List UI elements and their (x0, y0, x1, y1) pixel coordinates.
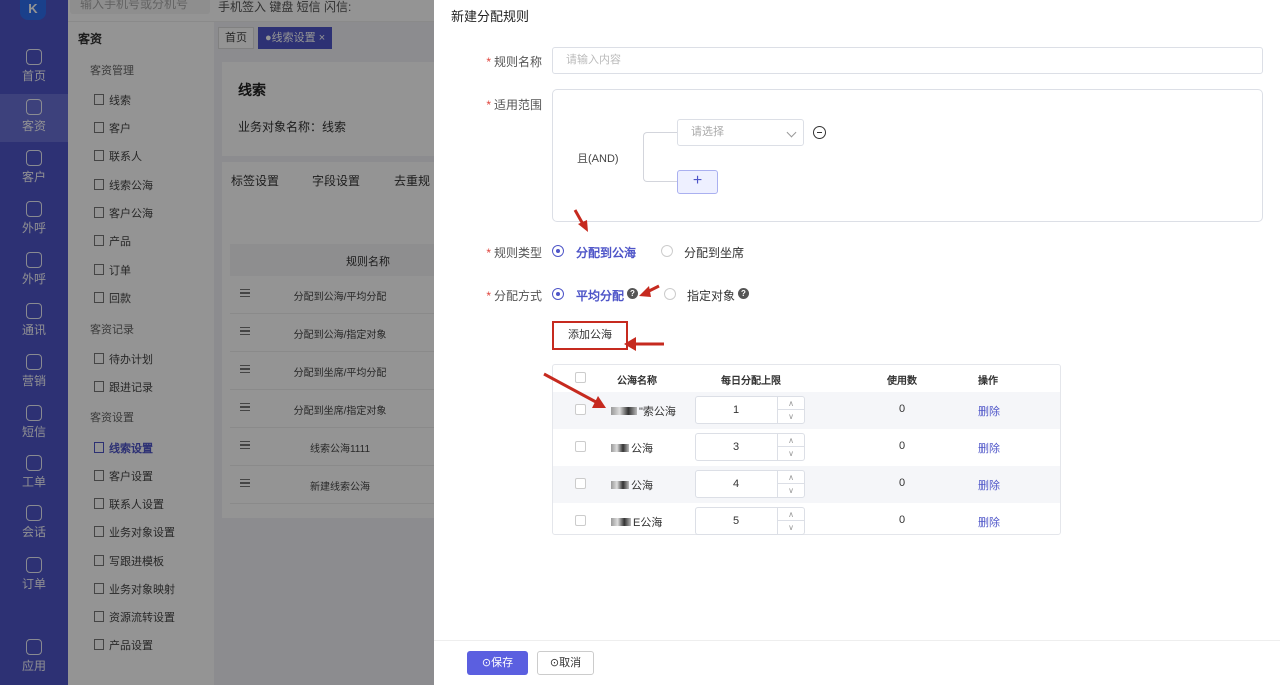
decrement-icon: ∨ (777, 447, 804, 460)
delete-link[interactable]: 删除 (978, 440, 1000, 456)
modal-backdrop[interactable] (0, 0, 434, 685)
method-average-label[interactable]: 平均分配 (576, 287, 624, 304)
daily-limit-stepper[interactable]: 3 ∧ ∨ (695, 433, 805, 461)
table-row: 公海 3 ∧ ∨ 0 删除 (553, 429, 1060, 466)
pool-name: 公海 (611, 440, 653, 456)
annotation-arrow-icon (639, 284, 660, 297)
method-average-radio[interactable] (552, 288, 564, 300)
used-count: 0 (899, 403, 906, 415)
condition-bracket (643, 132, 677, 182)
table-row: E公海 5 ∧ ∨ 0 删除 (553, 503, 1060, 540)
pool-name: E公海 (611, 514, 662, 530)
delete-link[interactable]: 删除 (978, 403, 1000, 419)
scope-conditions-box: 且(AND) 请选择 + (552, 89, 1263, 222)
increment-icon: ∧ (777, 397, 804, 410)
used-count: 0 (899, 440, 906, 452)
pool-table-header: 公海名称 每日分配上限 使用数 操作 (553, 365, 1062, 391)
help-icon[interactable]: ? (738, 288, 749, 299)
method-target-radio[interactable] (664, 288, 676, 300)
cancel-button[interactable]: ⊙取消 (537, 651, 594, 675)
annotation-arrow-icon (543, 372, 606, 408)
pool-table: 公海名称 每日分配上限 使用数 操作 "索公海 1 ∧ ∨ 0 删除 公海 3 ∧ ∨ … (552, 364, 1061, 535)
save-button[interactable]: ⊙保存 (467, 651, 528, 675)
col-used: 使用数 (887, 376, 917, 387)
rule-name-label: * 规则名称 (486, 55, 542, 69)
table-row: "索公海 1 ∧ ∨ 0 删除 (553, 392, 1060, 429)
pool-name: "索公海 (611, 403, 676, 419)
increment-icon: ∧ (777, 434, 804, 447)
rule-type-agent-label[interactable]: 分配到坐席 (684, 244, 744, 261)
used-count: 0 (899, 477, 906, 489)
row-checkbox[interactable] (575, 515, 586, 526)
chevron-down-icon (786, 127, 797, 138)
method-target-label[interactable]: 指定对象 (687, 287, 735, 304)
annotation-arrow-icon (573, 209, 588, 232)
and-label: 且(AND) (577, 153, 619, 165)
add-pool-button[interactable]: 添加公海 (552, 321, 628, 350)
rule-type-label: * 规则类型 (486, 246, 542, 260)
rule-type-pool-radio[interactable] (552, 245, 564, 257)
daily-limit-stepper[interactable]: 5 ∧ ∨ (695, 507, 805, 535)
table-row: 公海 4 ∧ ∨ 0 删除 (553, 466, 1060, 503)
increment-icon: ∧ (777, 471, 804, 484)
decrement-icon: ∨ (777, 410, 804, 423)
increment-icon: ∧ (777, 508, 804, 521)
col-daily-limit: 每日分配上限 (721, 376, 781, 387)
drawer-title: 新建分配规则 (451, 9, 530, 24)
rule-type-pool-label[interactable]: 分配到公海 (576, 244, 636, 261)
col-ops: 操作 (978, 376, 998, 387)
scope-label: * 适用范围 (486, 98, 542, 112)
rule-name-input[interactable]: 请输入内容 (552, 47, 1263, 74)
annotation-arrow-icon (624, 337, 664, 351)
drawer-footer: ⊙保存 ⊙取消 (434, 640, 1280, 685)
remove-condition-icon[interactable] (813, 126, 826, 139)
row-checkbox[interactable] (575, 478, 586, 489)
row-checkbox[interactable] (575, 441, 586, 452)
delete-link[interactable]: 删除 (978, 514, 1000, 530)
method-label: * 分配方式 (486, 289, 542, 303)
decrement-icon: ∨ (777, 484, 804, 497)
daily-limit-stepper[interactable]: 1 ∧ ∨ (695, 396, 805, 424)
delete-link[interactable]: 删除 (978, 477, 1000, 493)
daily-limit-stepper[interactable]: 4 ∧ ∨ (695, 470, 805, 498)
used-count: 0 (899, 514, 906, 526)
new-rule-drawer: 新建分配规则 * 规则名称 请输入内容 * 适用范围 且(AND) 请选择 + * 规… (434, 0, 1280, 685)
pool-name: 公海 (611, 477, 653, 493)
col-pool-name: 公海名称 (617, 376, 657, 387)
add-condition-button[interactable]: + (677, 170, 718, 194)
condition-select[interactable]: 请选择 (677, 119, 804, 146)
rule-type-agent-radio[interactable] (661, 245, 673, 257)
decrement-icon: ∨ (777, 521, 804, 534)
